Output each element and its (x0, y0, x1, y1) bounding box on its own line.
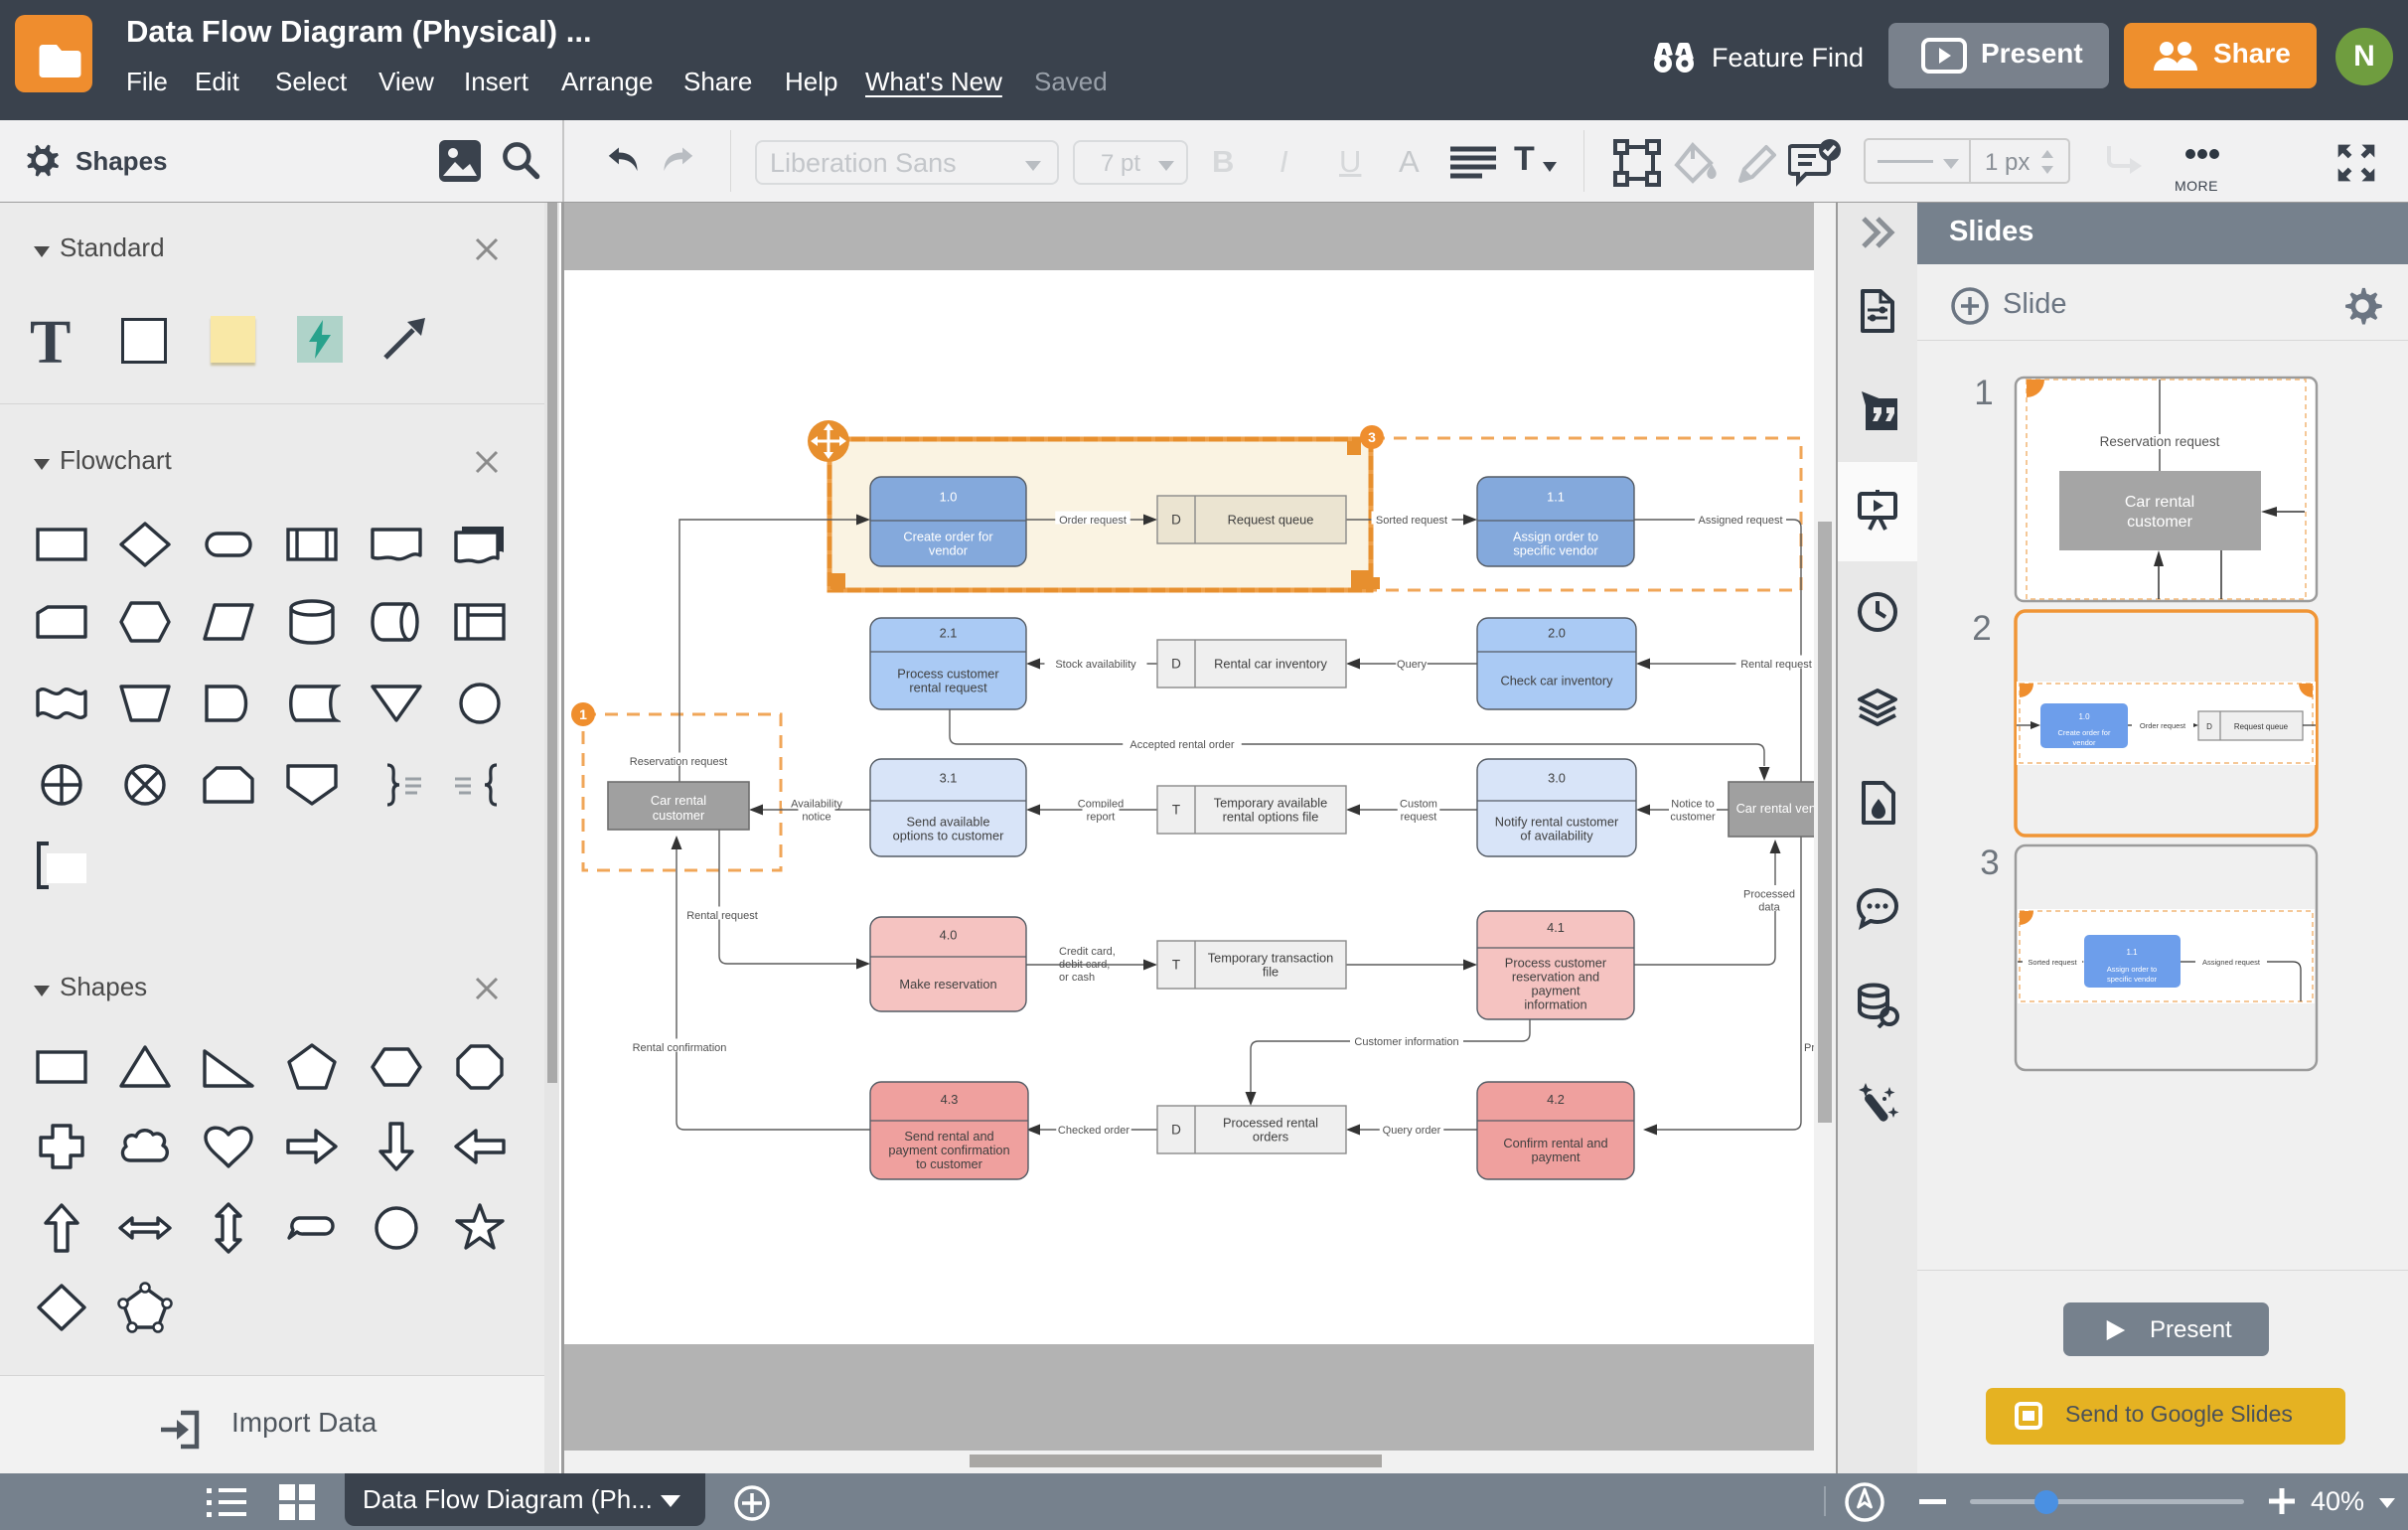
svg-text:Temporary available: Temporary available (1214, 796, 1328, 811)
svg-text:vendor: vendor (2073, 738, 2096, 747)
svg-text:Rental car inventory: Rental car inventory (1214, 657, 1327, 672)
svg-text:Assigned request: Assigned request (1699, 515, 1783, 527)
svg-text:Rental confirmation: Rental confirmation (633, 1042, 727, 1054)
svg-text:Reservation request: Reservation request (630, 756, 727, 768)
svg-text:Request queue: Request queue (2234, 722, 2289, 731)
svg-text:Notify rental customer: Notify rental customer (1495, 815, 1619, 830)
svg-text:3.0: 3.0 (1548, 771, 1566, 786)
svg-text:Process customer: Process customer (1505, 956, 1607, 971)
svg-text:Make reservation: Make reservation (899, 977, 996, 992)
svg-text:1.0: 1.0 (2078, 712, 2090, 721)
svg-text:Credit card,: Credit card, (1059, 946, 1116, 958)
svg-text:1.1: 1.1 (2126, 948, 2138, 957)
svg-text:Assigned request: Assigned request (2202, 958, 2261, 967)
svg-text:Request queue: Request queue (1228, 513, 1314, 528)
svg-text:Rental request: Rental request (686, 910, 758, 922)
svg-text:customer: customer (1670, 812, 1716, 824)
svg-text:Car rental: Car rental (2125, 494, 2194, 511)
svg-text:information: information (1524, 997, 1586, 1012)
svg-text:4.3: 4.3 (941, 1092, 959, 1107)
svg-text:vendor: vendor (929, 543, 969, 558)
svg-text:data: data (1758, 902, 1780, 914)
svg-text:payment: payment (1531, 984, 1580, 998)
svg-text:Rental request: Rental request (1740, 659, 1812, 671)
svg-text:2.0: 2.0 (1548, 626, 1566, 641)
svg-text:to customer: to customer (916, 1156, 983, 1171)
svg-text:1.1: 1.1 (1547, 490, 1565, 505)
svg-text:reservation and: reservation and (1512, 970, 1599, 985)
svg-text:3: 3 (1980, 843, 1999, 882)
svg-text:customer: customer (653, 808, 705, 823)
svg-text:4.1: 4.1 (1547, 920, 1565, 935)
svg-text:orders: orders (1253, 1130, 1288, 1145)
svg-text:Assign order to: Assign order to (2107, 965, 2157, 974)
svg-text:2: 2 (1972, 609, 1991, 648)
svg-text:payment confirmation: payment confirmation (888, 1143, 1009, 1157)
svg-text:D: D (2206, 722, 2212, 731)
svg-text:debit card,: debit card, (1059, 959, 1110, 971)
svg-text:of availability: of availability (1520, 829, 1593, 843)
svg-text:Create order for: Create order for (903, 530, 993, 544)
svg-text:3: 3 (1368, 429, 1376, 445)
svg-text:4.0: 4.0 (940, 928, 958, 943)
svg-text:rental request: rental request (909, 681, 987, 695)
svg-text:T: T (1172, 803, 1180, 818)
svg-text:or cash: or cash (1059, 972, 1095, 984)
svg-text:Reservation request: Reservation request (2100, 434, 2220, 449)
svg-text:Car rental vendor: Car rental vendor (1736, 801, 1814, 816)
svg-text:3.1: 3.1 (940, 771, 958, 786)
svg-text:rental options file: rental options file (1223, 810, 1319, 825)
svg-text:Query: Query (1397, 659, 1427, 671)
svg-text:Stock availability: Stock availability (1055, 659, 1136, 671)
svg-text:1.0: 1.0 (940, 490, 958, 505)
svg-text:options to customer: options to customer (893, 829, 1004, 843)
svg-text:customer: customer (2127, 514, 2192, 531)
svg-text:specific vendor: specific vendor (1513, 543, 1598, 558)
svg-text:Processed: Processed (1804, 1042, 1814, 1054)
svg-text:Temporary transaction: Temporary transaction (1208, 951, 1334, 966)
svg-text:Processed rental: Processed rental (1223, 1116, 1318, 1131)
svg-text:Confirm rental and: Confirm rental and (1503, 1136, 1607, 1150)
svg-text:Query order: Query order (1383, 1125, 1441, 1137)
svg-text:Accepted rental order: Accepted rental order (1129, 739, 1235, 751)
svg-text:Send available: Send available (907, 815, 990, 830)
svg-text:Create order for: Create order for (2058, 728, 2111, 737)
svg-text:request: request (1401, 812, 1437, 824)
svg-text:D: D (1171, 1123, 1181, 1138)
svg-text:1: 1 (1974, 374, 1993, 412)
svg-text:Order request: Order request (2140, 721, 2186, 730)
svg-text:Customer information: Customer information (1354, 1036, 1458, 1048)
svg-text:2.1: 2.1 (940, 626, 958, 641)
svg-text:T: T (1172, 958, 1180, 973)
svg-text:Assign order to: Assign order to (1513, 530, 1598, 544)
svg-text:Sorted request: Sorted request (2028, 958, 2077, 967)
svg-text:payment: payment (1531, 1149, 1580, 1164)
svg-text:notice: notice (802, 812, 830, 824)
svg-text:Checked order: Checked order (1058, 1125, 1129, 1137)
svg-text:Check car inventory: Check car inventory (1500, 674, 1613, 688)
svg-text:1: 1 (579, 706, 587, 722)
svg-text:Car rental: Car rental (651, 793, 706, 808)
svg-text:Process customer: Process customer (897, 667, 999, 682)
svg-text:4.2: 4.2 (1547, 1092, 1565, 1107)
svg-text:Send rental and: Send rental and (904, 1129, 993, 1144)
svg-text:file: file (1263, 965, 1279, 980)
svg-text:Sorted request: Sorted request (1376, 515, 1447, 527)
svg-text:Order request: Order request (1059, 515, 1127, 527)
svg-text:specific vendor: specific vendor (2107, 975, 2158, 984)
svg-text:report: report (1087, 812, 1116, 824)
svg-text:D: D (1171, 513, 1181, 528)
svg-text:D: D (1171, 657, 1181, 672)
